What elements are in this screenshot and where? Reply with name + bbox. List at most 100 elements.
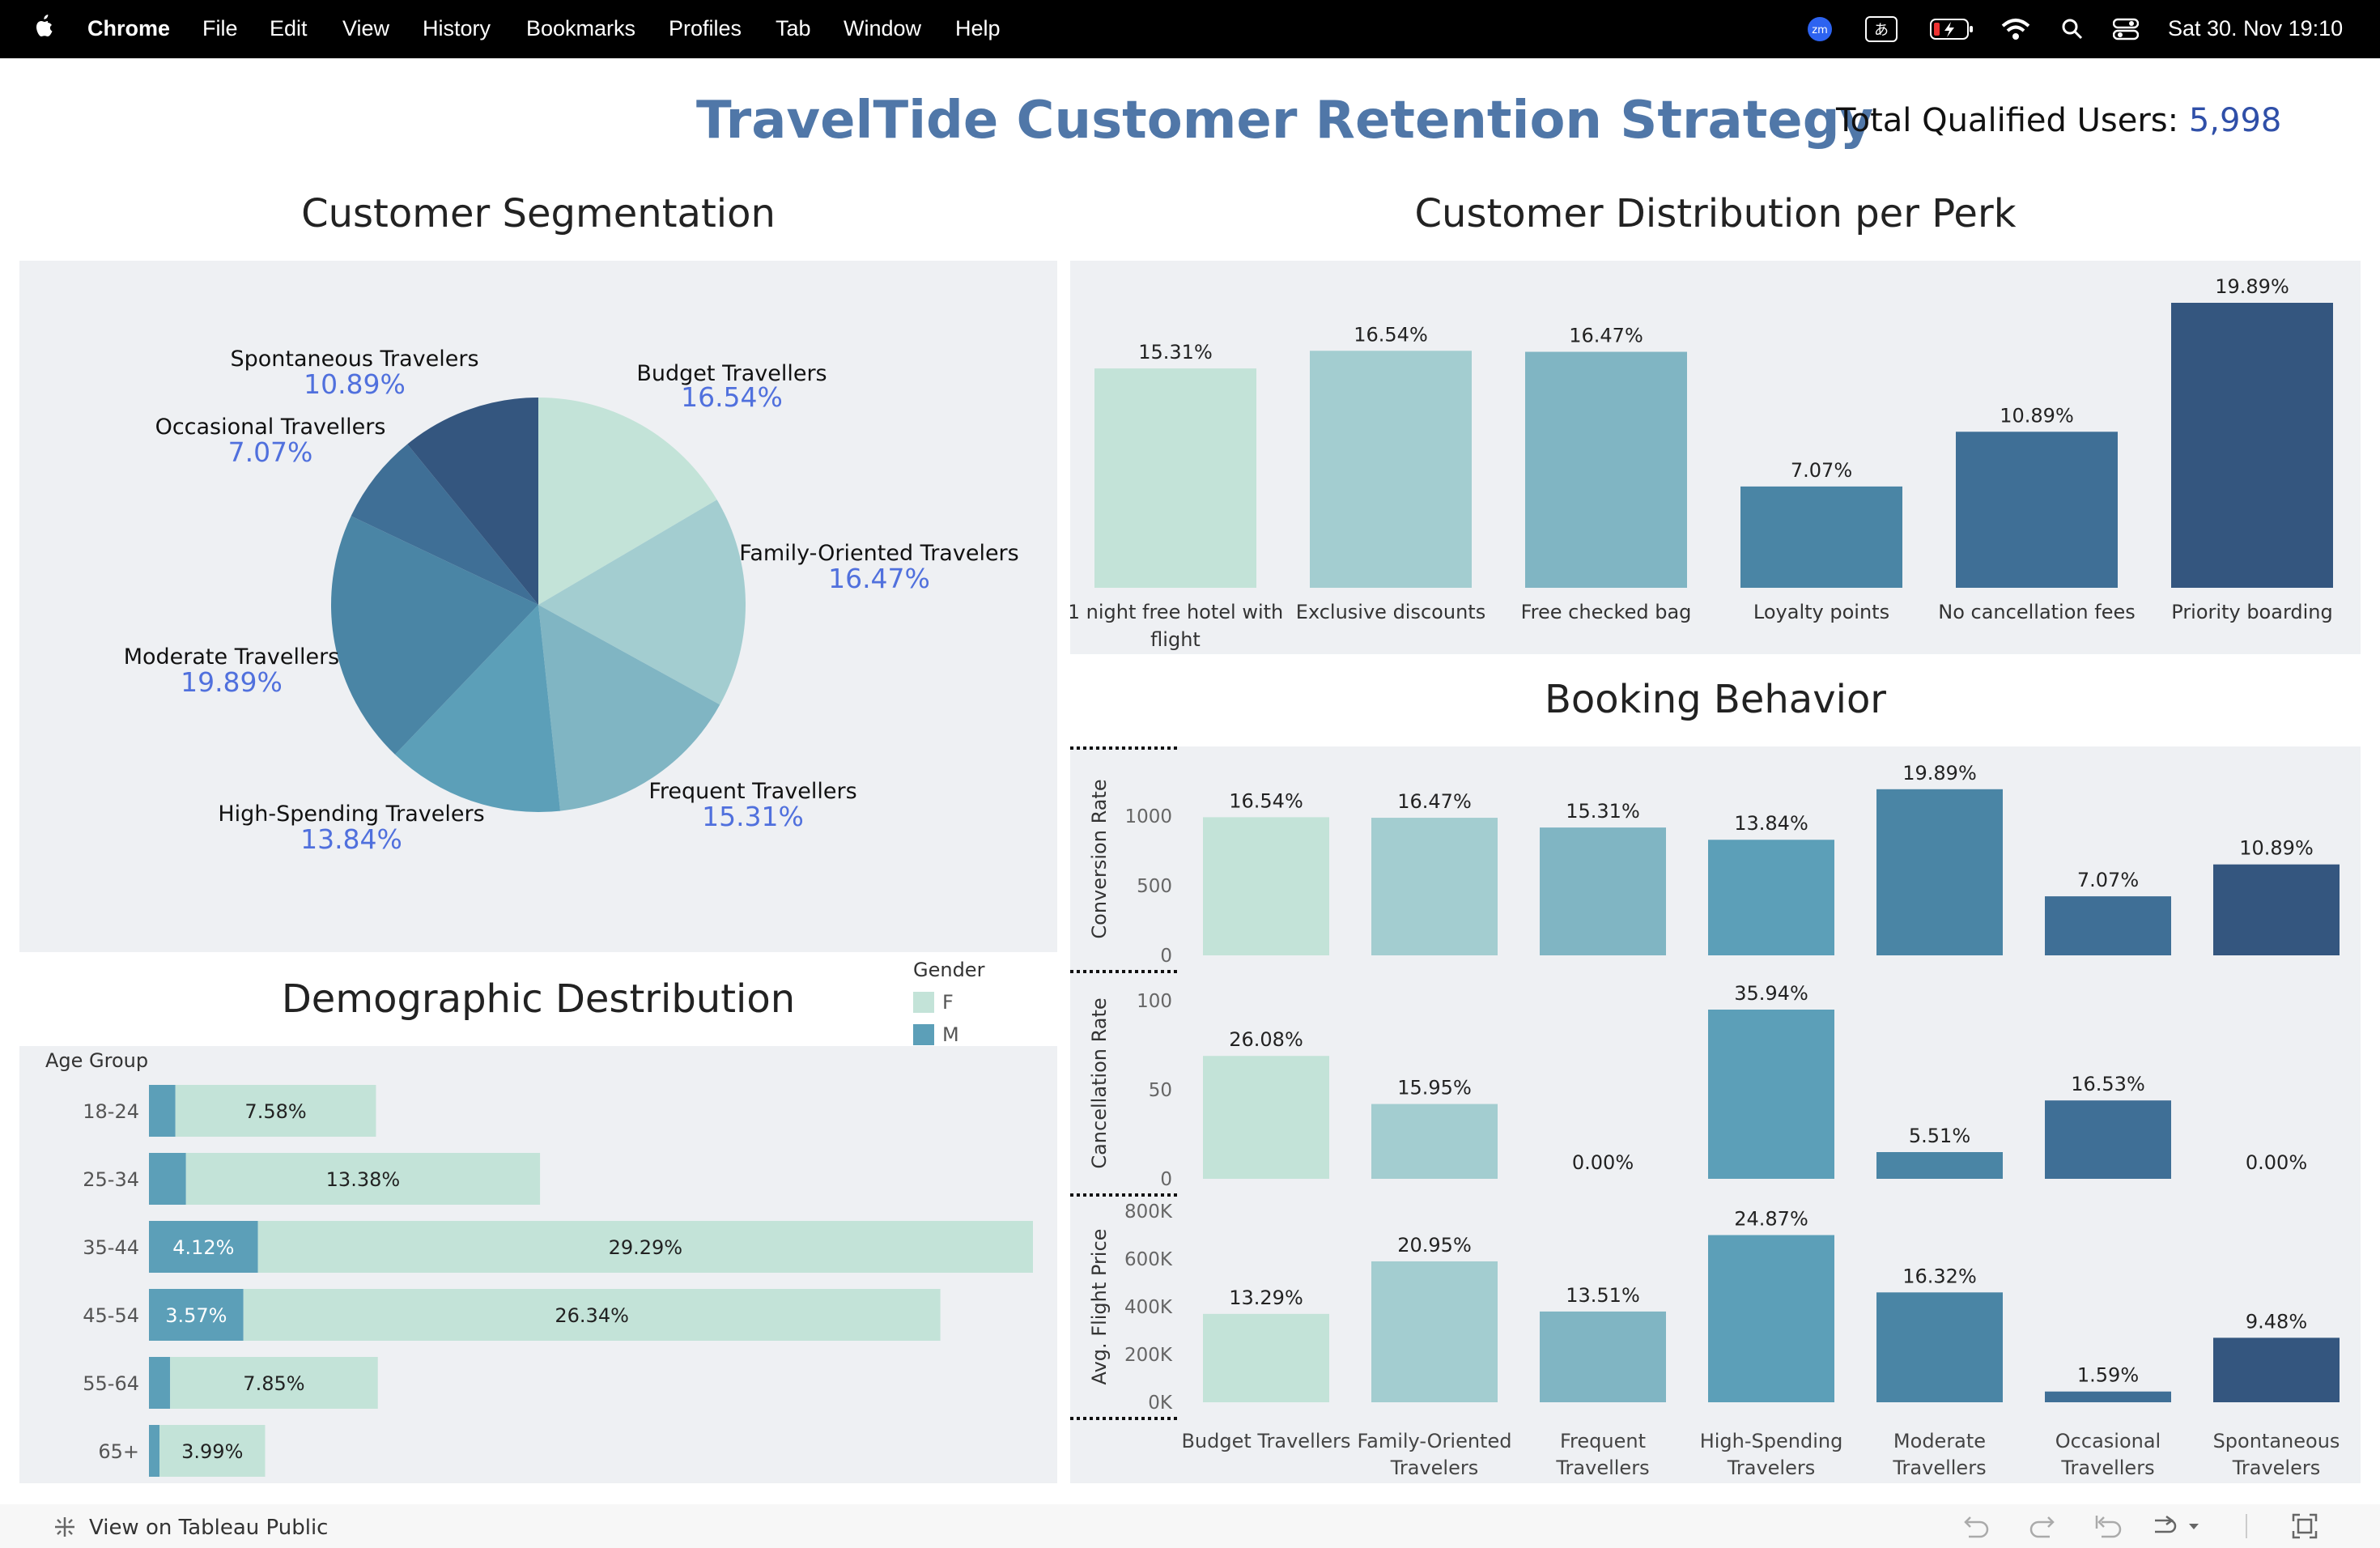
booking-category-label: Budget Travellers xyxy=(1181,1430,1350,1452)
wifi-icon[interactable] xyxy=(2001,0,2030,58)
booking-bar[interactable] xyxy=(1708,840,1834,955)
perk-bar[interactable] xyxy=(1310,351,1472,588)
perk-bar-chart[interactable]: 15.31% 1 night free hotel with flight 16.54… xyxy=(1068,261,2361,654)
demo-bar-f-value: 26.34% xyxy=(555,1304,629,1327)
booking-bar[interactable] xyxy=(1876,1152,2003,1179)
booking-axis-title: Cancellation Rate xyxy=(1088,997,1111,1168)
age-group-label: 45-54 xyxy=(83,1304,139,1327)
battery-icon[interactable] xyxy=(1930,0,1975,58)
booking-bar[interactable] xyxy=(1371,1104,1498,1179)
booking-tick-label: 0 xyxy=(1160,946,1172,967)
booking-tick-label: 400K xyxy=(1124,1297,1173,1318)
booking-bar[interactable] xyxy=(1876,1292,2003,1402)
booking-bar[interactable] xyxy=(2045,896,2171,955)
clock-datetime[interactable]: Sat 30. Nov 19:10 xyxy=(2168,0,2343,58)
perk-bar[interactable] xyxy=(1525,351,1687,588)
booking-tick-label: 100 xyxy=(1137,991,1172,1012)
gender-legend-title: Gender xyxy=(913,959,985,981)
booking-category-label: Family-Oriented xyxy=(1358,1430,1512,1452)
demo-bar-m[interactable] xyxy=(149,1425,160,1477)
booking-bar-value: 10.89% xyxy=(2239,837,2314,860)
perk-bar-value: 16.47% xyxy=(1569,325,1643,347)
perk-bar[interactable] xyxy=(1740,486,1902,588)
demographic-bar-chart[interactable]: Age Group 18-24 7.58% 25-34 13.38% 35-44 4.12%… xyxy=(19,1046,1057,1483)
menu-item-edit[interactable]: Edit xyxy=(270,0,308,58)
perk-bar[interactable] xyxy=(1956,432,2118,588)
booking-category-label-2: Travelers xyxy=(1390,1457,1478,1479)
menu-item-file[interactable]: File xyxy=(202,0,238,58)
booking-bar-value: 0.00% xyxy=(2246,1151,2307,1174)
menu-bar: Chrome File Edit View History Bookmarks Profi… xyxy=(0,0,2380,58)
booking-tick-label: 500 xyxy=(1137,876,1172,897)
booking-bar[interactable] xyxy=(1371,818,1498,955)
booking-bar[interactable] xyxy=(1708,1235,1834,1403)
perk-bar[interactable] xyxy=(1094,368,1256,588)
booking-bar-value: 19.89% xyxy=(1902,762,1977,785)
booking-category-label-2: Travellers xyxy=(1892,1457,1986,1479)
booking-bar[interactable] xyxy=(2045,1391,2171,1402)
menu-item-help[interactable]: Help xyxy=(955,0,1001,58)
booking-bar[interactable] xyxy=(1708,1010,1834,1179)
demo-bar-m[interactable] xyxy=(149,1085,176,1137)
perk-bar-label: Priority boarding xyxy=(2171,601,2332,623)
booking-bar[interactable] xyxy=(2213,1337,2340,1402)
perk-bar-label-2: flight xyxy=(1150,628,1201,651)
apple-menu-icon[interactable] xyxy=(32,0,55,58)
booking-bar-value: 0.00% xyxy=(1572,1151,1634,1174)
segmentation-pie-chart[interactable]: Budget Travellers16.54%Family-Oriented T… xyxy=(19,261,1057,952)
view-on-tableau-link[interactable]: View on Tableau Public xyxy=(89,1516,328,1540)
menu-item-view[interactable]: View xyxy=(342,0,389,58)
legend-item-m[interactable]: M xyxy=(913,1023,984,1046)
age-group-label: 25-34 xyxy=(83,1168,139,1191)
perk-bar[interactable] xyxy=(2171,303,2333,588)
fullscreen-icon[interactable] xyxy=(2291,1512,2318,1543)
revert-icon[interactable] xyxy=(2092,1512,2124,1543)
booking-category-label: Moderate xyxy=(1893,1430,1986,1452)
age-group-label: 65+ xyxy=(98,1440,139,1463)
demo-bar-f-value: 7.58% xyxy=(244,1100,306,1123)
menu-item-window[interactable]: Window xyxy=(844,0,921,58)
booking-bar[interactable] xyxy=(1540,1311,1666,1402)
booking-bar[interactable] xyxy=(1203,1056,1329,1179)
booking-category-label-2: Travellers xyxy=(1555,1457,1649,1479)
demo-bar-m[interactable] xyxy=(149,1153,186,1205)
zoom-icon[interactable]: zm xyxy=(1807,0,1833,58)
control-center-icon[interactable] xyxy=(2113,0,2139,58)
booking-bar[interactable] xyxy=(2213,864,2340,955)
booking-bar[interactable] xyxy=(1203,1313,1329,1402)
undo-icon[interactable] xyxy=(1959,1512,1991,1543)
booking-axis-title: Conversion Rate xyxy=(1088,779,1111,938)
input-source-label: あ xyxy=(1874,22,1889,39)
booking-bar[interactable] xyxy=(1876,789,2003,955)
share-menu-icon[interactable] xyxy=(2148,1512,2205,1543)
redo-icon[interactable] xyxy=(2027,1512,2059,1543)
menu-item-profiles[interactable]: Profiles xyxy=(669,0,742,58)
booking-bar[interactable] xyxy=(1371,1261,1498,1402)
app-menu-chrome[interactable]: Chrome xyxy=(87,0,170,58)
perk-panel: 15.31% 1 night free hotel with flight 16.54… xyxy=(1068,261,2361,654)
perk-bar-label: Loyalty points xyxy=(1753,601,1889,623)
booking-bar-value: 20.95% xyxy=(1397,1234,1472,1257)
segmentation-title: Customer Segmentation xyxy=(301,191,776,236)
booking-bar[interactable] xyxy=(1203,817,1329,955)
perk-bar-value: 19.89% xyxy=(2215,275,2289,298)
menu-item-history[interactable]: History xyxy=(423,0,491,58)
booking-bar[interactable] xyxy=(2045,1100,2171,1179)
booking-tick-label: 800K xyxy=(1124,1201,1173,1223)
pie-label-pct: 15.31% xyxy=(702,801,804,832)
booking-bar-value: 9.48% xyxy=(2246,1310,2307,1333)
pie-label-pct: 16.54% xyxy=(681,381,783,413)
legend-item-f[interactable]: F xyxy=(913,991,984,1014)
pie-label-pct: 13.84% xyxy=(300,823,402,855)
booking-bar-value: 13.51% xyxy=(1566,1284,1640,1307)
booking-title: Booking Behavior xyxy=(1544,677,1887,722)
menu-item-tab[interactable]: Tab xyxy=(776,0,811,58)
demo-bar-m[interactable] xyxy=(149,1357,171,1409)
booking-bar[interactable] xyxy=(1540,827,1666,955)
menu-item-bookmarks[interactable]: Bookmarks xyxy=(526,0,635,58)
input-source-icon[interactable]: あ xyxy=(1865,0,1898,58)
total-users-label: Total Qualified Users: xyxy=(1836,102,2189,139)
pie-label-pct: 19.89% xyxy=(181,666,283,698)
search-icon[interactable] xyxy=(2061,0,2084,58)
booking-bar-chart[interactable]: Conversion Rate 1000500016.54% 16.47% 15.31… xyxy=(1070,746,2361,1483)
